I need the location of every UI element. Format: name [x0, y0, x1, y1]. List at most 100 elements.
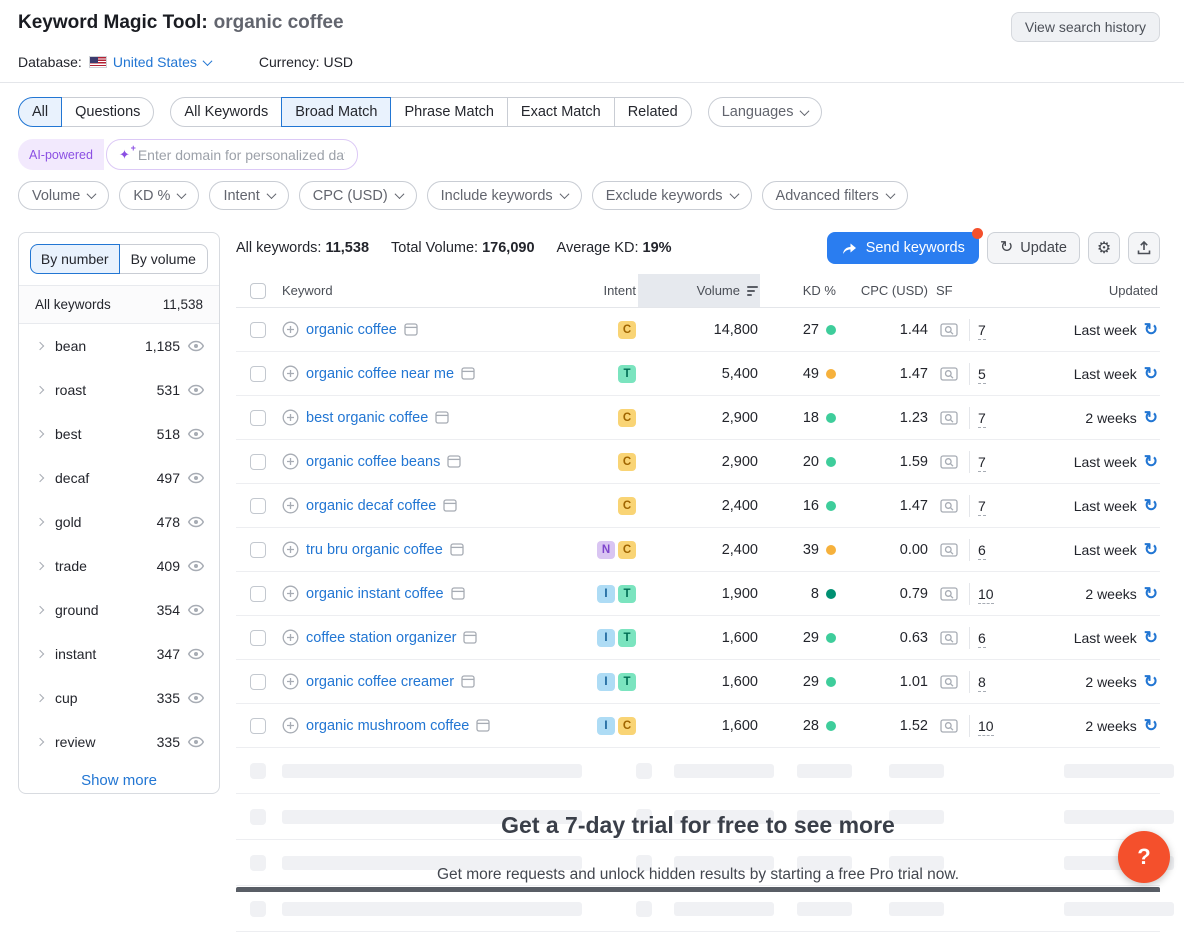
tab-phrase-match[interactable]: Phrase Match [390, 97, 507, 127]
sidebar-group-item[interactable]: gold 478 [19, 500, 219, 544]
eye-icon[interactable] [187, 689, 205, 707]
tab-broad-match[interactable]: Broad Match [281, 97, 391, 127]
add-keyword-icon[interactable] [282, 585, 299, 602]
column-cpc[interactable]: CPC (USD) [838, 283, 930, 298]
refresh-icon[interactable]: ↻ [1144, 497, 1158, 514]
eye-icon[interactable] [187, 557, 205, 575]
eye-icon[interactable] [187, 469, 205, 487]
keyword-link[interactable]: organic decaf coffee [306, 498, 436, 514]
eye-icon[interactable] [187, 645, 205, 663]
filter-advanced-filters[interactable]: Advanced filters [762, 181, 908, 210]
settings-button[interactable]: ⚙ [1088, 232, 1120, 264]
table-row[interactable]: tru bru organic coffee NC 2,400 39 0.00 … [236, 528, 1160, 572]
sf-value[interactable]: 7 [978, 498, 986, 516]
table-row[interactable]: organic instant coffee IT 1,900 8 0.79 1… [236, 572, 1160, 616]
view-search-history-button[interactable]: View search history [1011, 12, 1160, 42]
column-intent[interactable]: Intent [568, 283, 638, 298]
serp-preview-icon[interactable] [940, 718, 959, 734]
row-checkbox[interactable] [250, 454, 266, 470]
serp-preview-icon[interactable] [940, 674, 959, 690]
eye-icon[interactable] [187, 425, 205, 443]
domain-input-wrapper[interactable]: ✦+ [106, 139, 358, 170]
sf-value[interactable]: 10 [978, 586, 994, 604]
eye-icon[interactable] [187, 513, 205, 531]
sf-value[interactable]: 10 [978, 718, 994, 736]
refresh-icon[interactable]: ↻ [1144, 365, 1158, 382]
table-row[interactable]: coffee station organizer IT 1,600 29 0.6… [236, 616, 1160, 660]
add-keyword-icon[interactable] [282, 673, 299, 690]
table-row[interactable]: organic coffee beans C 2,900 20 1.59 7 L… [236, 440, 1160, 484]
serp-preview-icon[interactable] [940, 630, 959, 646]
add-keyword-icon[interactable] [282, 365, 299, 382]
keyword-link[interactable]: organic coffee creamer [306, 674, 454, 690]
keyword-card-icon[interactable] [463, 631, 477, 644]
filter-cpc-usd-[interactable]: CPC (USD) [299, 181, 417, 210]
sf-value[interactable]: 8 [978, 674, 986, 692]
tab-all-keywords[interactable]: All Keywords [170, 97, 282, 127]
serp-preview-icon[interactable] [940, 322, 959, 338]
sidebar-group-item[interactable]: instant 347 [19, 632, 219, 676]
help-button[interactable]: ? [1118, 831, 1170, 883]
serp-preview-icon[interactable] [940, 586, 959, 602]
row-checkbox[interactable] [250, 410, 266, 426]
sf-value[interactable]: 7 [978, 410, 986, 428]
sidebar-group-item[interactable]: roast 531 [19, 368, 219, 412]
domain-input[interactable] [138, 147, 345, 163]
send-keywords-button[interactable]: Send keywords [827, 232, 979, 264]
column-volume[interactable]: Volume [638, 274, 760, 307]
tab-questions[interactable]: Questions [61, 97, 154, 127]
eye-icon[interactable] [187, 337, 205, 355]
add-keyword-icon[interactable] [282, 453, 299, 470]
sf-value[interactable]: 6 [978, 542, 986, 560]
keyword-link[interactable]: organic instant coffee [306, 586, 444, 602]
table-row[interactable]: organic mushroom coffee IC 1,600 28 1.52… [236, 704, 1160, 748]
add-keyword-icon[interactable] [282, 541, 299, 558]
sf-value[interactable]: 7 [978, 454, 986, 472]
column-updated[interactable]: Updated [1010, 283, 1160, 298]
table-row[interactable]: organic decaf coffee C 2,400 16 1.47 7 L… [236, 484, 1160, 528]
keyword-card-icon[interactable] [461, 675, 475, 688]
add-keyword-icon[interactable] [282, 321, 299, 338]
table-row[interactable]: organic coffee creamer IT 1,600 29 1.01 … [236, 660, 1160, 704]
eye-icon[interactable] [187, 601, 205, 619]
row-checkbox[interactable] [250, 718, 266, 734]
row-checkbox[interactable] [250, 542, 266, 558]
add-keyword-icon[interactable] [282, 717, 299, 734]
by-number-toggle[interactable]: By number [30, 244, 120, 274]
eye-icon[interactable] [187, 381, 205, 399]
add-keyword-icon[interactable] [282, 629, 299, 646]
export-button[interactable] [1128, 232, 1160, 264]
column-kd[interactable]: KD % [760, 283, 838, 298]
sidebar-group-item[interactable]: cup 335 [19, 676, 219, 720]
row-checkbox[interactable] [250, 586, 266, 602]
keyword-card-icon[interactable] [451, 587, 465, 600]
show-more-link[interactable]: Show more [19, 772, 219, 789]
keyword-link[interactable]: organic mushroom coffee [306, 718, 469, 734]
languages-dropdown[interactable]: Languages [708, 97, 823, 127]
sf-value[interactable]: 7 [978, 322, 986, 340]
refresh-icon[interactable]: ↻ [1144, 321, 1158, 338]
filter-volume[interactable]: Volume [18, 181, 109, 210]
column-keyword[interactable]: Keyword [280, 283, 568, 298]
select-all-checkbox[interactable] [250, 283, 266, 299]
eye-icon[interactable] [187, 733, 205, 751]
add-keyword-icon[interactable] [282, 497, 299, 514]
keyword-link[interactable]: coffee station organizer [306, 630, 456, 646]
sidebar-group-item[interactable]: trade 409 [19, 544, 219, 588]
filter-exclude-keywords[interactable]: Exclude keywords [592, 181, 752, 210]
table-row[interactable]: best organic coffee C 2,900 18 1.23 7 2 … [236, 396, 1160, 440]
keyword-link[interactable]: organic coffee near me [306, 366, 454, 382]
tab-exact-match[interactable]: Exact Match [507, 97, 615, 127]
serp-preview-icon[interactable] [940, 366, 959, 382]
refresh-icon[interactable]: ↻ [1144, 585, 1158, 602]
keyword-card-icon[interactable] [435, 411, 449, 424]
table-row[interactable]: organic coffee near me T 5,400 49 1.47 5… [236, 352, 1160, 396]
serp-preview-icon[interactable] [940, 542, 959, 558]
add-keyword-icon[interactable] [282, 409, 299, 426]
row-checkbox[interactable] [250, 322, 266, 338]
filter-include-keywords[interactable]: Include keywords [427, 181, 582, 210]
keyword-link[interactable]: organic coffee beans [306, 454, 440, 470]
all-keywords-row[interactable]: All keywords 11,538 [19, 285, 219, 324]
refresh-icon[interactable]: ↻ [1144, 409, 1158, 426]
refresh-icon[interactable]: ↻ [1144, 673, 1158, 690]
